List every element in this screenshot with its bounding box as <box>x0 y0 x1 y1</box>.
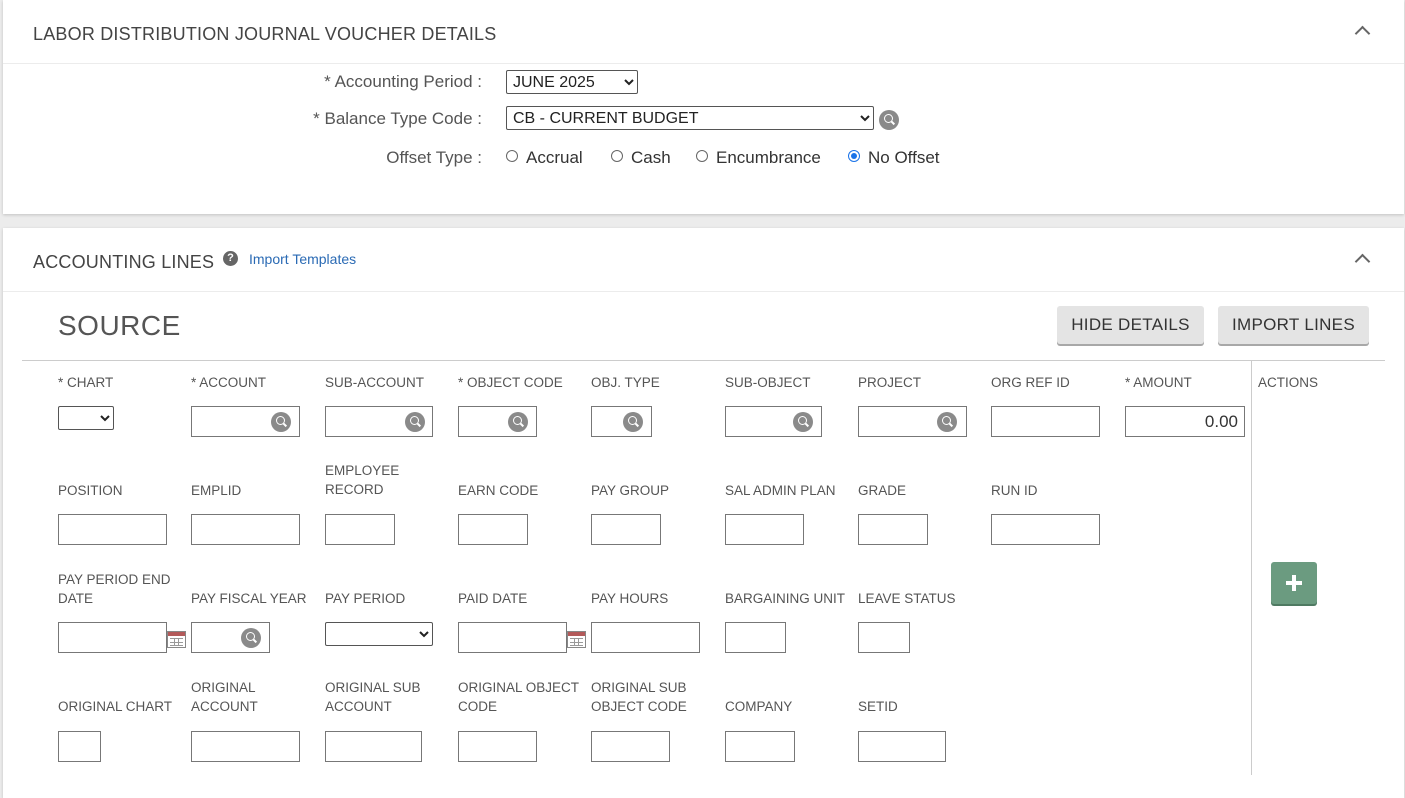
pay-period-label: PAY PERIOD <box>325 591 406 606</box>
offset-encumbrance-label: Encumbrance <box>716 148 821 167</box>
pay-fiscal-year-label: PAY FISCAL YEAR <box>191 591 307 606</box>
accounting-lines-header: ACCOUNTING LINES ? Import Templates <box>3 228 1404 292</box>
import-lines-button[interactable]: IMPORT LINES <box>1218 306 1369 344</box>
original-chart-input[interactable] <box>58 731 101 762</box>
company-label: COMPANY <box>725 699 793 714</box>
employee-record-input[interactable] <box>325 514 395 545</box>
calendar-icon[interactable] <box>567 631 586 648</box>
original-sub-account-input[interactable] <box>325 731 422 762</box>
balance-type-code-select[interactable]: CB - CURRENT BUDGET <box>506 106 874 130</box>
grade-input[interactable] <box>858 514 928 545</box>
pay-hours-input[interactable] <box>591 622 700 653</box>
original-account-input[interactable] <box>191 731 300 762</box>
calendar-icon[interactable] <box>167 631 186 648</box>
balance-type-search-icon[interactable] <box>879 110 899 130</box>
pay-group-label: PAY GROUP <box>591 483 670 498</box>
account-label: * ACCOUNT <box>191 375 267 390</box>
chart-label: * CHART <box>58 375 114 390</box>
sub-object-label: SUB-OBJECT <box>725 375 811 390</box>
import-templates-link[interactable]: Import Templates <box>249 251 356 267</box>
original-sub-account-label: ORIGINAL SUB ACCOUNT <box>325 680 421 714</box>
radio-circle-icon[interactable] <box>696 150 708 162</box>
actions-label: ACTIONS <box>1258 375 1319 390</box>
offset-accrual-radio[interactable]: Accrual <box>506 148 583 168</box>
accounting-period-select[interactable]: JUNE 2025 <box>506 70 638 94</box>
accounting-period-label: * Accounting Period : <box>324 72 482 91</box>
collapse-chevron-up-icon[interactable] <box>1355 251 1369 265</box>
earn-code-label: EARN CODE <box>458 483 539 498</box>
project-label: PROJECT <box>858 375 922 390</box>
amount-label: * AMOUNT <box>1125 375 1192 390</box>
paid-date-input[interactable] <box>458 622 567 653</box>
pay-period-end-date-label: PAY PERIOD END DATE <box>58 572 171 606</box>
paid-date-label: PAID DATE <box>458 591 528 606</box>
offset-cash-radio[interactable]: Cash <box>611 148 671 168</box>
offset-no-offset-radio[interactable]: No Offset <box>848 148 940 168</box>
jv-details-panel: LABOR DISTRIBUTION JOURNAL VOUCHER DETAI… <box>3 0 1404 214</box>
add-line-plus-button[interactable] <box>1271 562 1317 604</box>
employee-record-label: EMPLOYEE RECORD <box>325 463 400 497</box>
emplid-label: EMPLID <box>191 483 242 498</box>
original-object-code-label: ORIGINAL OBJECT CODE <box>458 680 579 714</box>
offset-accrual-label: Accrual <box>526 148 583 167</box>
original-chart-label: ORIGINAL CHART <box>58 699 173 714</box>
offset-no-offset-label: No Offset <box>868 148 940 167</box>
chart-select[interactable] <box>58 406 114 430</box>
original-object-code-input[interactable] <box>458 731 537 762</box>
help-icon[interactable]: ? <box>223 251 238 266</box>
amount-input[interactable] <box>1125 406 1245 437</box>
collapse-chevron-up-icon[interactable] <box>1355 23 1369 37</box>
pay-group-input[interactable] <box>591 514 661 545</box>
sal-admin-plan-input[interactable] <box>725 514 804 545</box>
radio-circle-icon[interactable] <box>611 150 623 162</box>
sub-account-label: SUB-ACCOUNT <box>325 375 425 390</box>
jv-details-header: LABOR DISTRIBUTION JOURNAL VOUCHER DETAI… <box>3 0 1404 64</box>
grade-label: GRADE <box>858 483 907 498</box>
run-id-label: RUN ID <box>991 483 1038 498</box>
project-search-icon[interactable] <box>937 412 957 432</box>
sub-object-search-icon[interactable] <box>793 412 813 432</box>
offset-encumbrance-radio[interactable]: Encumbrance <box>696 148 821 168</box>
company-input[interactable] <box>725 731 795 762</box>
org-ref-id-label: ORG REF ID <box>991 375 1070 390</box>
radio-selected-icon[interactable] <box>848 150 860 162</box>
pay-period-select[interactable] <box>325 622 433 646</box>
original-sub-object-code-label: ORIGINAL SUB OBJECT CODE <box>591 680 687 714</box>
object-code-label: * OBJECT CODE <box>458 375 563 390</box>
offset-cash-label: Cash <box>631 148 671 167</box>
pay-period-end-date-input[interactable] <box>58 622 167 653</box>
setid-input[interactable] <box>858 731 946 762</box>
position-input[interactable] <box>58 514 167 545</box>
source-divider <box>22 360 1385 361</box>
bargaining-unit-input[interactable] <box>725 622 786 653</box>
actions-divider <box>1251 361 1252 775</box>
sub-account-search-icon[interactable] <box>405 412 425 432</box>
offset-type-label: Offset Type : <box>386 148 482 167</box>
hide-details-button[interactable]: HIDE DETAILS <box>1057 306 1204 344</box>
leave-status-input[interactable] <box>858 622 910 653</box>
object-code-search-icon[interactable] <box>508 412 528 432</box>
accounting-lines-title: ACCOUNTING LINES <box>33 252 215 272</box>
original-sub-object-code-input[interactable] <box>591 731 670 762</box>
run-id-input[interactable] <box>991 514 1100 545</box>
pay-hours-label: PAY HOURS <box>591 591 669 606</box>
emplid-input[interactable] <box>191 514 300 545</box>
account-search-icon[interactable] <box>271 412 291 432</box>
radio-circle-icon[interactable] <box>506 150 518 162</box>
original-account-label: ORIGINAL ACCOUNT <box>191 680 258 714</box>
obj-type-label: OBJ. TYPE <box>591 375 660 390</box>
pay-fiscal-year-search-icon[interactable] <box>241 628 261 648</box>
setid-label: SETID <box>858 699 898 714</box>
obj-type-search-icon[interactable] <box>623 412 643 432</box>
earn-code-input[interactable] <box>458 514 528 545</box>
jv-details-title: LABOR DISTRIBUTION JOURNAL VOUCHER DETAI… <box>33 24 497 44</box>
accounting-lines-panel: ACCOUNTING LINES ? Import Templates SOUR… <box>3 228 1404 798</box>
source-section-title: SOURCE <box>58 310 181 341</box>
leave-status-label: LEAVE STATUS <box>858 591 956 606</box>
org-ref-id-input[interactable] <box>991 406 1100 437</box>
sal-admin-plan-label: SAL ADMIN PLAN <box>725 483 836 498</box>
position-label: POSITION <box>58 483 123 498</box>
bargaining-unit-label: BARGAINING UNIT <box>725 591 846 606</box>
balance-type-code-label: * Balance Type Code : <box>313 109 482 128</box>
